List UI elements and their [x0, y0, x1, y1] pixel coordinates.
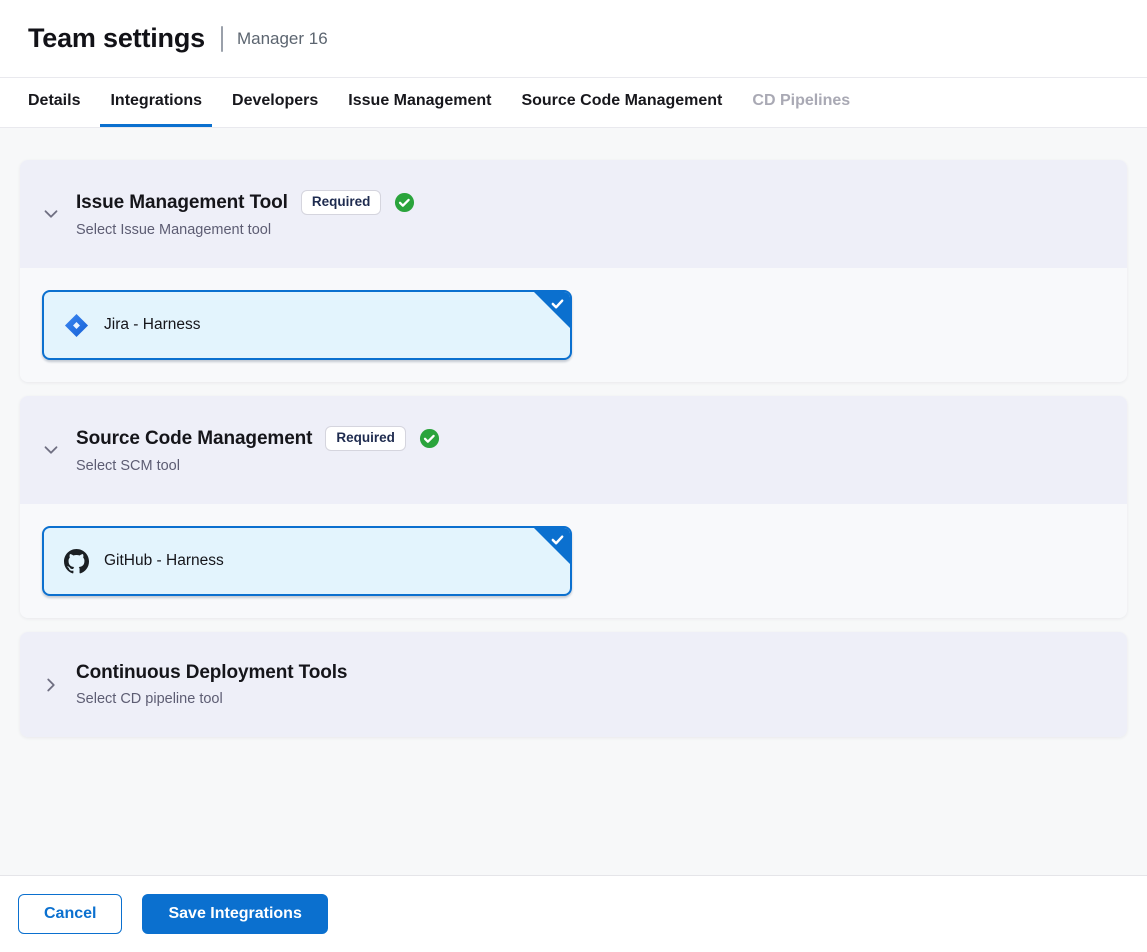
tab-issue-management[interactable]: Issue Management	[338, 78, 501, 127]
completed-check-icon	[394, 192, 415, 213]
github-icon	[64, 549, 89, 574]
tab-bar: Details Integrations Developers Issue Ma…	[0, 78, 1147, 128]
option-card-github-harness[interactable]: GitHub - Harness	[42, 526, 572, 596]
tab-cd-pipelines: CD Pipelines	[742, 78, 860, 127]
section-issue-management-header[interactable]: Issue Management Tool Required Select Is…	[20, 160, 1127, 268]
page-subtitle: Manager 16	[237, 29, 328, 49]
section-scm-body: GitHub - Harness	[20, 504, 1127, 618]
save-integrations-button[interactable]: Save Integrations	[142, 894, 327, 934]
completed-check-icon	[419, 428, 440, 449]
page-title: Team settings	[28, 23, 205, 54]
tab-details[interactable]: Details	[18, 78, 90, 127]
option-card-jira-harness[interactable]: Jira - Harness	[42, 290, 572, 360]
section-source-code-management: Source Code Management Required Select S…	[20, 396, 1127, 618]
tab-integrations[interactable]: Integrations	[100, 78, 212, 127]
section-issue-management-body: Jira - Harness	[20, 268, 1127, 382]
option-label: GitHub - Harness	[104, 552, 224, 570]
section-scm-header[interactable]: Source Code Management Required Select S…	[20, 396, 1127, 504]
section-subtitle: Select Issue Management tool	[76, 222, 415, 238]
required-badge: Required	[325, 426, 406, 451]
chevron-down-icon[interactable]	[40, 439, 62, 461]
tab-source-code-management[interactable]: Source Code Management	[511, 78, 732, 127]
section-title: Source Code Management	[76, 428, 312, 450]
tab-developers[interactable]: Developers	[222, 78, 328, 127]
integrations-panel: Issue Management Tool Required Select Is…	[0, 128, 1147, 875]
section-cd-header[interactable]: Continuous Deployment Tools Select CD pi…	[20, 632, 1127, 737]
chevron-down-icon[interactable]	[40, 203, 62, 225]
section-title: Continuous Deployment Tools	[76, 662, 347, 684]
section-issue-management-tool: Issue Management Tool Required Select Is…	[20, 160, 1127, 382]
section-continuous-deployment-tools: Continuous Deployment Tools Select CD pi…	[20, 632, 1127, 737]
jira-icon	[64, 313, 89, 338]
chevron-right-icon[interactable]	[40, 674, 62, 696]
section-subtitle: Select CD pipeline tool	[76, 691, 347, 707]
app-header: Team settings Manager 16	[0, 0, 1147, 78]
selected-check-icon	[550, 296, 565, 311]
section-subtitle: Select SCM tool	[76, 458, 440, 474]
required-badge: Required	[301, 190, 382, 215]
section-title: Issue Management Tool	[76, 192, 288, 214]
selected-check-icon	[550, 532, 565, 547]
footer-action-bar: Cancel Save Integrations	[0, 875, 1147, 951]
cancel-button[interactable]: Cancel	[18, 894, 122, 934]
title-divider	[221, 26, 223, 52]
option-label: Jira - Harness	[104, 316, 200, 334]
